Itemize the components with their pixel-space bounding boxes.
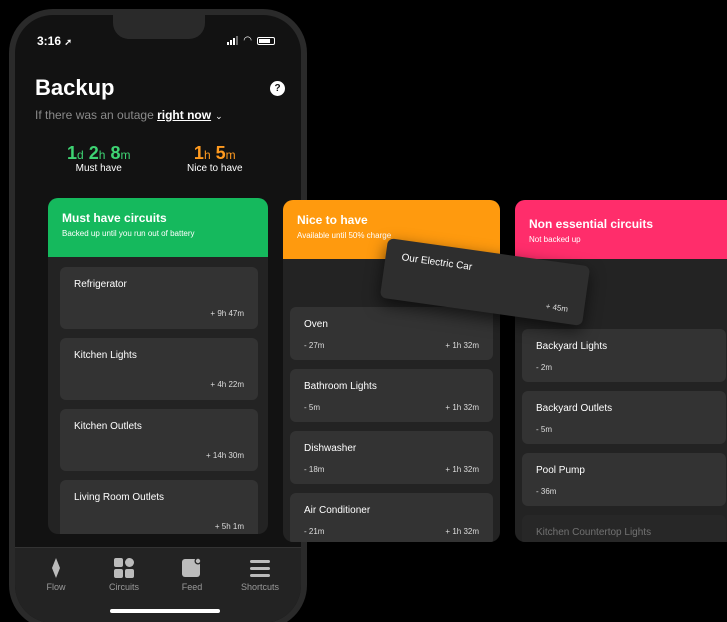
circuit-name: Living Room Outlets — [74, 492, 165, 503]
panel-non-essential: Non essential circuits Not backed up Bac… — [515, 200, 727, 542]
notch — [113, 15, 205, 39]
outage-selector[interactable]: If there was an outage right now ⌄ — [35, 108, 223, 122]
circuits-icon — [94, 558, 154, 578]
circuit-time: + 5h 1m — [214, 522, 244, 531]
circuit-time-left: - 5m — [304, 403, 320, 412]
circuit-name: Refrigerator — [74, 279, 127, 290]
panel-nice-to-have-title: Nice to have — [297, 213, 368, 227]
circuit-card[interactable]: Kitchen Lights + 4h 22m — [60, 338, 258, 400]
circuit-time-left: - 5m — [536, 425, 552, 434]
home-indicator — [110, 609, 220, 613]
tab-shortcuts-label: Shortcuts — [240, 582, 280, 592]
circuit-name: Pool Pump — [536, 465, 585, 476]
panel-must-have-title: Must have circuits — [62, 211, 167, 225]
circuit-time: + 1h 32m — [445, 403, 479, 412]
panel-must-have: Must have circuits Backed up until you r… — [48, 198, 268, 534]
circuit-name: Kitchen Lights — [74, 350, 137, 361]
shortcuts-icon — [230, 558, 290, 578]
help-button[interactable]: ? — [270, 81, 285, 96]
circuit-name: Kitchen Countertop Lights — [536, 527, 652, 538]
status-time: 3:16 ➚ — [37, 34, 72, 48]
location-icon: ➚ — [64, 37, 72, 47]
circuit-card[interactable]: Oven - 27m + 1h 32m — [290, 307, 493, 360]
circuit-name: Bathroom Lights — [304, 381, 377, 392]
tab-flow[interactable]: Flow — [26, 558, 86, 592]
page-title: Backup — [35, 75, 115, 100]
circuit-name: Oven — [304, 319, 328, 330]
circuit-time: + 4h 22m — [210, 380, 244, 389]
circuit-time: + 1h 32m — [445, 465, 479, 474]
circuit-name: Backyard Lights — [536, 341, 608, 352]
tab-circuits-label: Circuits — [108, 582, 139, 592]
circuit-name: Backyard Outlets — [536, 403, 613, 414]
tab-feed-label: Feed — [181, 582, 203, 592]
circuit-card[interactable]: Living Room Outlets + 5h 1m — [60, 480, 258, 534]
dragged-circuit-name: Our Electric Car — [400, 252, 473, 273]
stat-must-have: 1d 2h 8m Must have — [67, 143, 130, 174]
circuit-card[interactable]: Pool Pump - 36m — [522, 453, 726, 506]
panel-must-have-header: Must have circuits Backed up until you r… — [48, 198, 268, 257]
circuit-time: + 1h 32m — [445, 341, 479, 350]
circuit-time-left: - 36m — [536, 487, 557, 496]
stat-nice-to-have-label: Nice to have — [187, 163, 243, 174]
panel-non-essential-title: Non essential circuits — [529, 217, 654, 231]
panel-non-essential-header: Non essential circuits Not backed up — [515, 200, 727, 259]
tab-feed[interactable]: Feed — [162, 557, 222, 592]
panel-non-essential-subtitle: Not backed up — [529, 235, 581, 244]
stat-nice-to-have-value: 1h 5m — [193, 143, 236, 163]
signal-icon — [227, 36, 239, 45]
circuit-time-left: - 18m — [304, 465, 325, 474]
tab-shortcuts[interactable]: Shortcuts — [230, 558, 290, 592]
circuit-name: Dishwasher — [304, 443, 357, 454]
dragged-circuit-time: + 45m — [545, 301, 569, 314]
stat-must-have-label: Must have — [75, 163, 122, 174]
circuit-time: + 9h 47m — [210, 309, 244, 318]
circuit-time-left: - 2m — [536, 363, 552, 372]
flow-icon — [26, 558, 86, 578]
chevron-down-icon[interactable]: ⌄ — [215, 111, 223, 121]
stat-nice-to-have: 1h 5m Nice to have — [187, 143, 243, 174]
circuit-card[interactable]: Kitchen Countertop Lights — [522, 515, 726, 542]
circuit-card[interactable]: Refrigerator + 9h 47m — [60, 267, 258, 329]
circuit-card[interactable]: Backyard Outlets - 5m — [522, 391, 726, 444]
circuit-card[interactable]: Dishwasher - 18m + 1h 32m — [290, 431, 493, 484]
outage-link[interactable]: right now — [157, 108, 211, 122]
circuit-time-left: - 21m — [304, 527, 325, 536]
circuit-time-left: - 27m — [304, 341, 325, 350]
feed-icon — [162, 557, 222, 578]
circuit-card[interactable]: Air Conditioner - 21m + 1h 32m — [290, 493, 493, 542]
tab-circuits[interactable]: Circuits — [94, 558, 154, 592]
circuit-card[interactable]: Backyard Lights - 2m — [522, 329, 726, 382]
circuit-card[interactable]: Bathroom Lights - 5m + 1h 32m — [290, 369, 493, 422]
circuit-card[interactable]: Kitchen Outlets + 14h 30m — [60, 409, 258, 471]
wifi-icon: ◠ — [243, 35, 252, 46]
battery-icon — [257, 36, 275, 45]
status-icons: ◠ — [227, 35, 275, 46]
circuit-name: Air Conditioner — [304, 505, 371, 516]
tab-flow-label: Flow — [46, 582, 66, 592]
subtitle-prefix: If there was an outage — [35, 108, 154, 122]
panel-must-have-subtitle: Backed up until you run out of battery — [62, 229, 195, 238]
circuit-time: + 1h 32m — [445, 527, 479, 536]
circuit-name: Kitchen Outlets — [74, 421, 142, 432]
stat-must-have-value: 1d 2h 8m — [67, 143, 131, 163]
circuit-time: + 14h 30m — [205, 451, 244, 460]
time-text: 3:16 — [37, 34, 62, 48]
